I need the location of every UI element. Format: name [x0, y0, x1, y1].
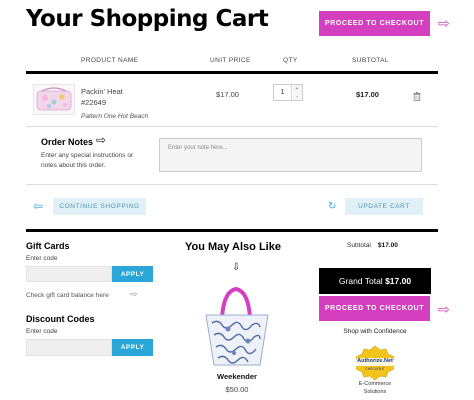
gift-enter-code-label: Enter code [26, 255, 58, 262]
quantity-input[interactable]: 1 [274, 85, 291, 100]
checkout-button-top[interactable]: PROCEED TO CHECKOUT [319, 11, 430, 36]
product-sku: #22649 [81, 98, 107, 107]
arrow-down-icon: ⇩ [232, 262, 241, 273]
gift-card-input[interactable] [26, 266, 112, 282]
row-divider [26, 126, 438, 127]
order-notes-title: Order Notes [41, 137, 94, 147]
notes-divider [26, 184, 438, 185]
table-top-rule [26, 71, 438, 74]
increment-icon[interactable]: + [292, 85, 302, 93]
continue-shopping-button[interactable]: CONTINUE SHOPPING [53, 198, 146, 215]
seal-brand: Authorize.Net [357, 358, 393, 364]
arrow-right-icon: ⇨ [96, 133, 107, 147]
order-notes-desc-1: Enter any special instructions or [41, 152, 134, 159]
product-pattern: Pattern One Hot Beach [81, 113, 149, 120]
section-rule [26, 229, 438, 232]
discount-codes-title: Discount Codes [26, 314, 95, 324]
order-notes-input[interactable]: Enter your note here... [159, 138, 422, 172]
grand-total-label: Grand Total [338, 276, 383, 286]
seal-caption-2: Solutions [363, 389, 387, 395]
recommend-product-price: $50.00 [225, 385, 249, 394]
discount-apply-button[interactable]: APPLY [112, 339, 153, 356]
decrement-icon[interactable]: - [292, 93, 302, 101]
discount-code-input[interactable] [26, 339, 112, 356]
unit-price: $17.00 [216, 90, 239, 99]
recommend-product-name[interactable]: Weekender [198, 372, 276, 381]
summary-subtotal-label: Subtotal [347, 242, 371, 249]
cooler-bag-image [36, 87, 72, 111]
seal-sub: CHECKOUT [365, 367, 385, 371]
weekender-image[interactable] [198, 285, 276, 369]
checkout-button-bottom[interactable]: PROCEED TO CHECKOUT [319, 296, 430, 321]
recommend-title: You May Also Like [185, 241, 281, 253]
line-subtotal: $17.00 [356, 90, 379, 99]
header-qty: QTY [283, 57, 298, 64]
header-product-name: PRODUCT NAME [81, 57, 139, 64]
authorize-net-seal[interactable]: Authorize.Net CHECKOUT [352, 345, 398, 381]
refresh-icon: ↻ [328, 201, 337, 212]
update-cart-button[interactable]: UPDATE CART [345, 198, 423, 215]
header-unit-price: UNIT PRICE [210, 57, 251, 64]
shop-with-confidence: Shop with Confidence [343, 328, 407, 335]
gift-apply-button[interactable]: APPLY [112, 266, 153, 282]
grand-total-value: $17.00 [385, 276, 412, 286]
arrow-right-icon: ⇨ [438, 15, 450, 31]
arrow-left-icon: ⇦ [33, 199, 44, 213]
product-name[interactable]: Packin' Heat [81, 87, 123, 96]
page-title: Your Shopping Cart [26, 6, 269, 32]
seal-caption-1: E-Commerce [358, 381, 392, 387]
grand-total-box: Grand Total $17.00 [319, 268, 431, 294]
trash-icon[interactable] [413, 88, 421, 106]
gift-cards-title: Gift Cards [26, 241, 70, 251]
arrow-right-icon: ⇨ [130, 289, 138, 299]
header-subtotal: SUBTOTAL [352, 57, 389, 64]
discount-enter-code-label: Enter code [26, 328, 58, 335]
gift-balance-link[interactable]: Check gift card balance here [26, 292, 109, 299]
summary-subtotal-value: $17.00 [378, 242, 398, 249]
quantity-stepper[interactable]: 1 + - [273, 84, 303, 101]
order-notes-desc-2: notes about this order. [41, 162, 106, 169]
product-thumbnail[interactable] [33, 84, 75, 115]
arrow-right-icon: ⇨ [438, 301, 450, 317]
